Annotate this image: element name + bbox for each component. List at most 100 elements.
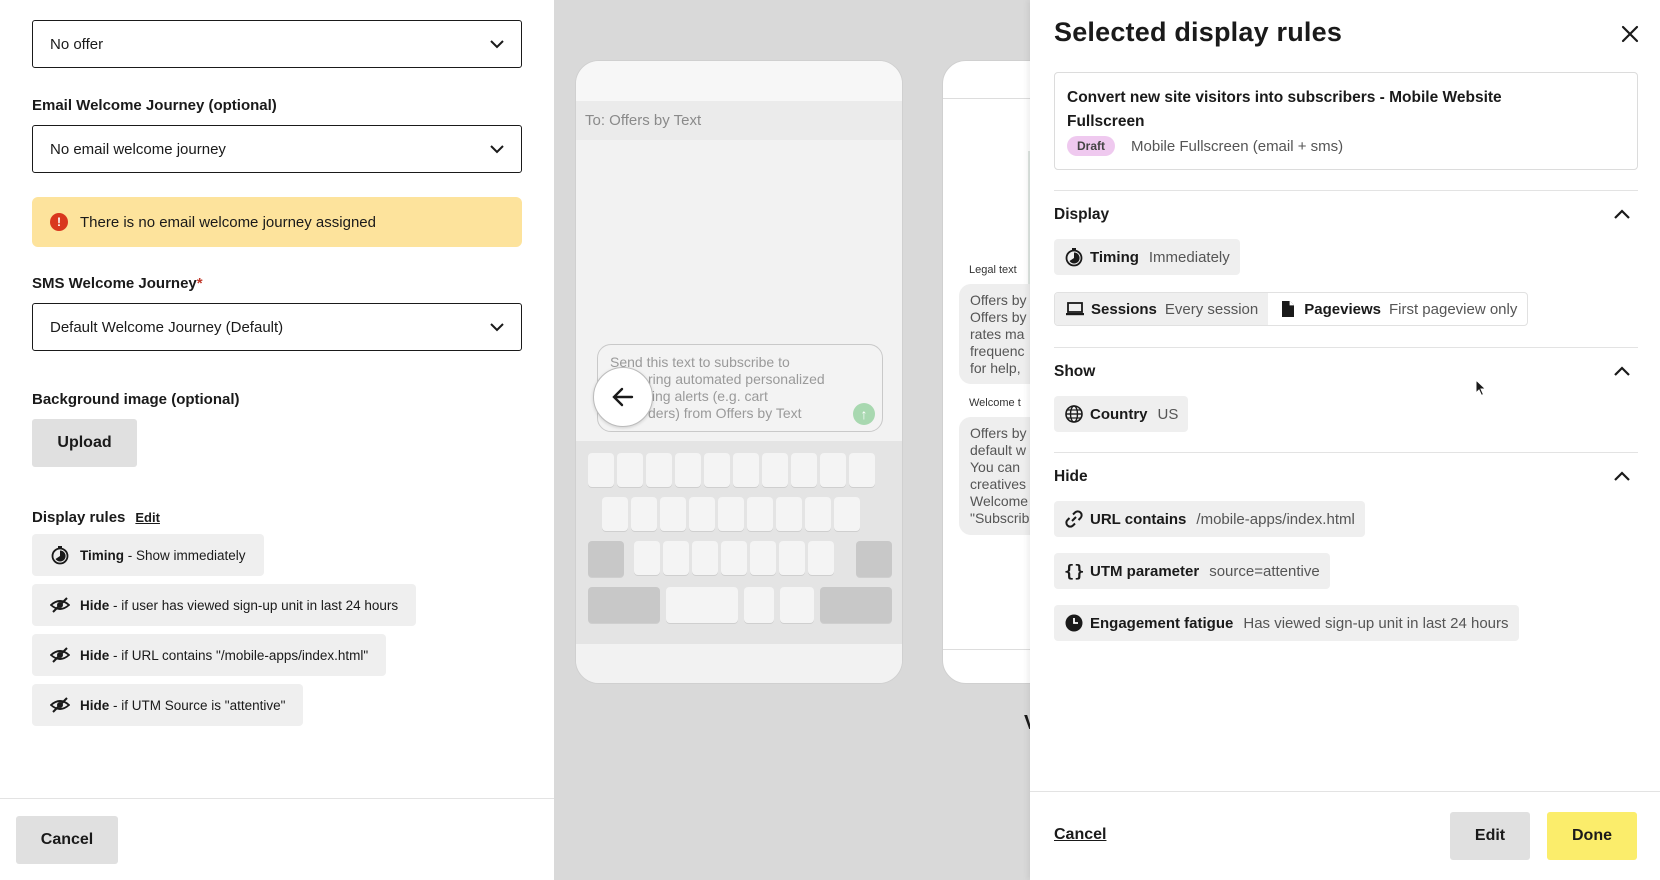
email-journey-value: No email welcome journey [50, 140, 226, 158]
timer-icon [1065, 248, 1083, 267]
sms-to-line: To: Offers by Text [576, 101, 902, 140]
rule-chip-hide: Hide - if user has viewed sign-up unit i… [32, 584, 417, 626]
keyboard-key [660, 497, 686, 531]
rule-text: Hide - if user has viewed sign-up unit i… [80, 597, 399, 613]
required-marker: * [196, 275, 203, 292]
sign-up-unit-card: Convert new site visitors into subscribe… [1054, 72, 1638, 170]
close-icon[interactable] [1618, 22, 1642, 46]
display-section-title: Display [1054, 206, 1110, 223]
keyboard-key [588, 587, 660, 623]
hide-section-title: Hide [1054, 468, 1088, 485]
message-line: Send this text to subscribe to [610, 354, 790, 370]
alert-icon: ! [50, 213, 68, 231]
display-rules-edit-link[interactable]: Edit [135, 510, 160, 525]
show-section-title: Show [1054, 363, 1096, 380]
legal-text-label: Legal text [969, 264, 1017, 276]
braces-icon: {} [1064, 562, 1084, 581]
eye-off-icon [50, 647, 70, 663]
engagement-fatigue-pill: Engagement fatigue Has viewed sign-up un… [1054, 605, 1519, 641]
keyboard-key [721, 541, 747, 575]
timer-icon [51, 546, 69, 565]
bubble-line: Offers by [970, 309, 1027, 325]
keyboard-key [617, 453, 643, 487]
chevron-down-icon [490, 40, 504, 49]
hide-section-header[interactable]: Hide [1054, 467, 1638, 487]
keyboard-key [663, 541, 689, 575]
bubble-line: "Subscrib [970, 510, 1030, 526]
keyboard-key [747, 497, 773, 531]
rule-chip-hide: Hide - if UTM Source is "attentive" [32, 684, 304, 726]
sms-journey-select[interactable]: Default Welcome Journey (Default) [32, 303, 522, 351]
bubble-line: You can [970, 459, 1021, 475]
bubble-line: default w [970, 442, 1027, 458]
chevron-down-icon [490, 323, 504, 332]
email-journey-select[interactable]: No email welcome journey [32, 125, 522, 173]
rule-text: Hide - if URL contains "/mobile-apps/ind… [80, 647, 369, 663]
chevron-up-icon [1614, 209, 1630, 219]
rule-chip-hide: Hide - if URL contains "/mobile-apps/ind… [32, 634, 387, 676]
phone-status-bar [576, 61, 902, 101]
sms-journey-value: Default Welcome Journey (Default) [50, 318, 284, 336]
edit-button[interactable]: Edit [1450, 812, 1530, 860]
keyboard-key [718, 497, 744, 531]
keyboard-key [666, 587, 738, 623]
welcome-text-label: Welcome t [969, 397, 1021, 409]
preview-area: To: Offers by Text Send this text to sub… [554, 0, 1030, 880]
keyboard-key [805, 497, 831, 531]
section-divider [1054, 347, 1638, 348]
globe-icon [1065, 405, 1083, 423]
timing-pill: Timing Immediately [1054, 239, 1240, 275]
email-journey-label: Email Welcome Journey (optional) [32, 97, 277, 114]
pill-label: Country [1090, 405, 1148, 423]
keyboard-key [808, 541, 834, 575]
footer-divider [1030, 791, 1660, 792]
keyboard-key [849, 453, 875, 487]
pill-label: URL contains [1090, 510, 1187, 528]
keyboard-key [750, 541, 776, 575]
show-section-header[interactable]: Show [1054, 362, 1638, 382]
done-button[interactable]: Done [1547, 812, 1637, 860]
keyboard-key [780, 587, 814, 623]
keyboard-key [588, 453, 614, 487]
pill-label: Timing [1090, 248, 1139, 266]
upload-button[interactable]: Upload [32, 419, 137, 467]
status-badge: Draft [1067, 136, 1116, 156]
keyboard-key [631, 497, 657, 531]
cancel-button[interactable]: Cancel [16, 816, 118, 864]
bubble-line: Offers by [970, 425, 1027, 441]
laptop-icon [1066, 302, 1084, 316]
keyboard-key [820, 453, 846, 487]
keyboard-key [733, 453, 759, 487]
keyboard-key [634, 541, 660, 575]
drawer-title: Selected display rules [1054, 17, 1343, 47]
pill-value: Immediately [1148, 248, 1230, 266]
eye-off-icon [50, 597, 70, 613]
chevron-up-icon [1614, 471, 1630, 481]
keyboard-key [704, 453, 730, 487]
eye-off-icon [50, 697, 70, 713]
bubble-line: Welcome [970, 493, 1029, 509]
display-rules-heading: Display rules Edit [32, 509, 160, 526]
keyboard-key [762, 453, 788, 487]
utm-parameter-pill: {} UTM parameter source=attentive [1054, 553, 1330, 589]
keyboard-key [776, 497, 802, 531]
drawer-cancel-link[interactable]: Cancel [1054, 826, 1106, 844]
arrow-left-icon [612, 387, 634, 407]
keyboard-key [646, 453, 672, 487]
sms-journey-label-text: SMS Welcome Journey [32, 275, 197, 292]
pill-label: Engagement fatigue [1090, 614, 1234, 632]
bubble-line: rates ma [970, 326, 1025, 342]
pill-label: Pageviews [1304, 300, 1381, 318]
phone-top-bar [943, 61, 1030, 99]
keyboard-key [602, 497, 628, 531]
back-arrow-button[interactable] [593, 367, 653, 427]
rule-text: Timing - Show immediately [80, 547, 246, 563]
form-panel: No offer Email Welcome Journey (optional… [0, 0, 554, 880]
display-section-header[interactable]: Display [1054, 205, 1638, 225]
pill-value: /mobile-apps/index.html [1196, 510, 1355, 528]
keyboard-key [820, 587, 892, 623]
offer-select[interactable]: No offer [32, 20, 522, 68]
keyboard-key [692, 541, 718, 575]
footer-divider [0, 798, 554, 799]
card-meta: Draft Mobile Fullscreen (email + sms) [1067, 136, 1625, 156]
